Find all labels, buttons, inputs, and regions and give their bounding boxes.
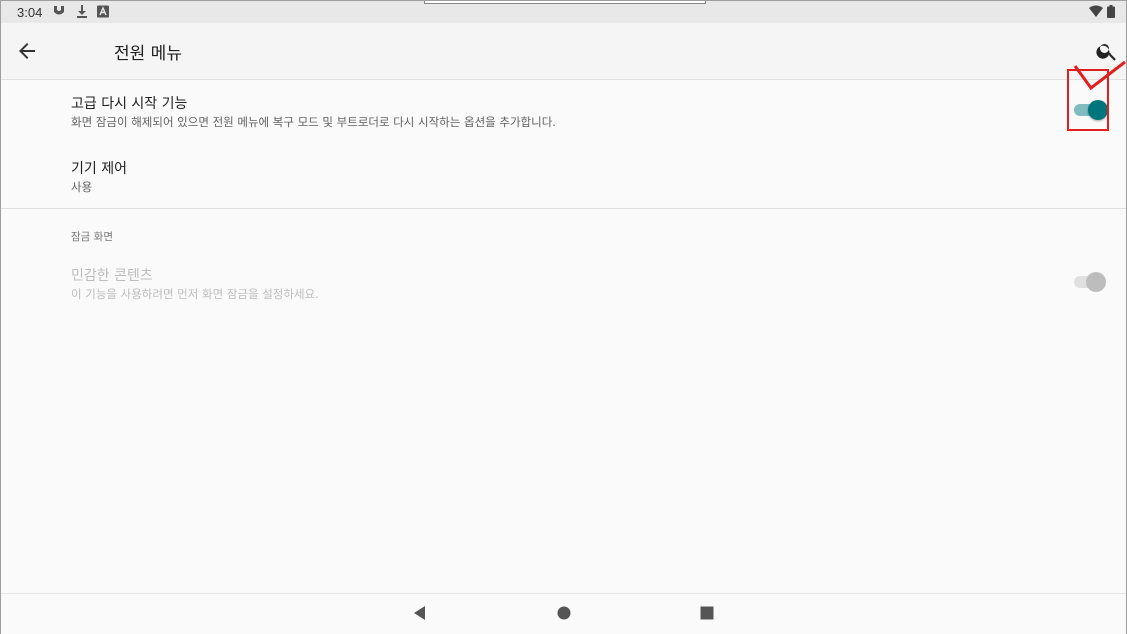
battery-icon (1107, 5, 1115, 18)
status-bar: 3:04 (1, 1, 1126, 23)
setting-advanced-restart[interactable]: 고급 다시 시작 기능 화면 잠금이 해제되어 있으면 전원 메뉴에 복구 모드… (1, 80, 1126, 142)
setting-summary: 화면 잠금이 해제되어 있으면 전원 메뉴에 복구 모드 및 부트로더로 다시 … (71, 115, 556, 129)
setting-title: 고급 다시 시작 기능 (71, 96, 188, 112)
navigation-bar (1, 593, 1126, 634)
page-title: 전원 메뉴 (114, 44, 182, 64)
window-top-edge (424, 1, 706, 4)
notification-icon (54, 6, 64, 15)
download-icon (77, 5, 87, 18)
section-divider (1, 208, 1126, 209)
recents-square-icon[interactable] (698, 604, 716, 622)
annotation-checkmark-icon (1073, 60, 1126, 91)
setting-sensitive-content[interactable]: 민감한 콘텐츠 이 기능을 사용하려면 먼저 화면 잠금을 설정하세요. (1, 251, 1126, 311)
section-header-lock-screen: 잠금 화면 (71, 231, 113, 243)
a-icon (97, 5, 109, 18)
setting-title: 민감한 콘텐츠 (71, 268, 153, 284)
toggle-thumb (1086, 272, 1106, 292)
arrow-back-icon[interactable] (15, 39, 39, 63)
wifi-icon (1089, 5, 1103, 17)
status-time: 3:04 (17, 5, 43, 20)
setting-device-controls[interactable]: 기기 제어 사용 (1, 144, 1126, 204)
setting-summary: 사용 (71, 180, 93, 194)
setting-title: 기기 제어 (71, 161, 127, 177)
setting-summary: 이 기능을 사용하려면 먼저 화면 잠금을 설정하세요. (71, 287, 319, 301)
app-bar: 전원 메뉴 (1, 23, 1126, 80)
home-circle-icon[interactable] (555, 604, 573, 622)
sensitive-content-toggle[interactable] (1072, 270, 1108, 294)
back-triangle-icon[interactable] (411, 604, 429, 622)
